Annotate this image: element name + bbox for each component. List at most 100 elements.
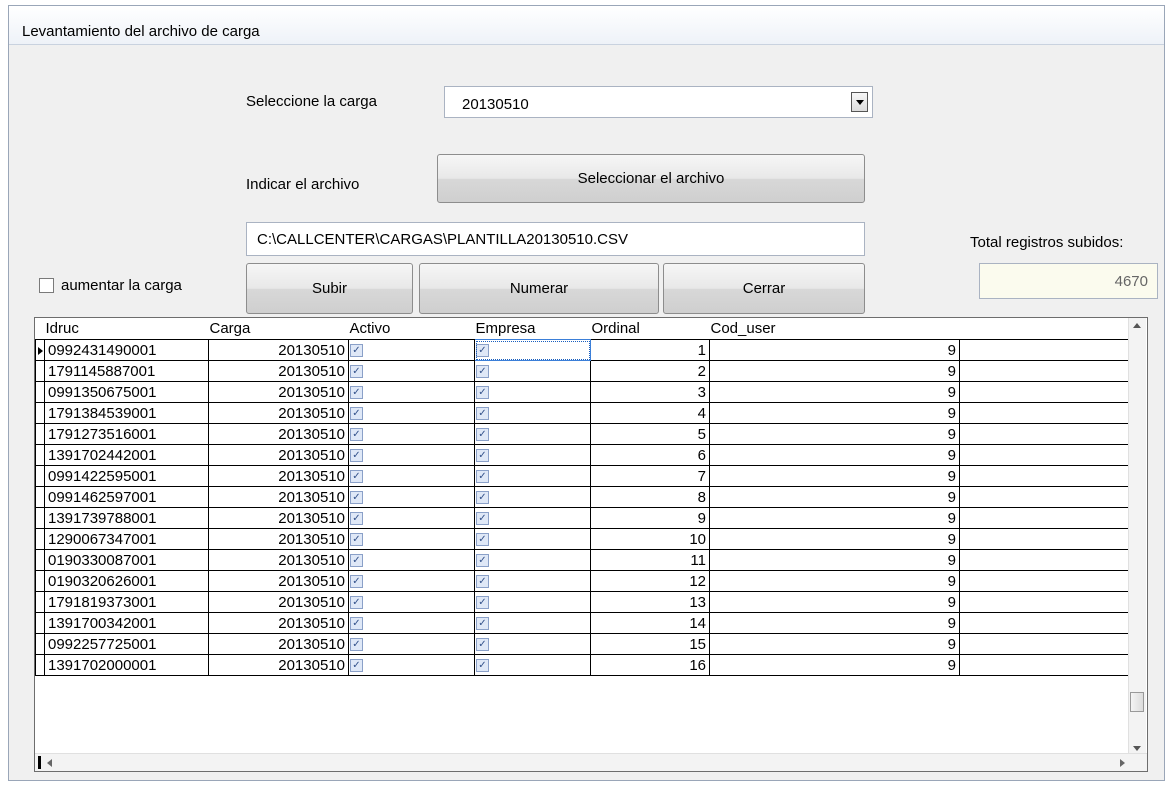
cell-cod-user[interactable]: 9 [709, 507, 960, 529]
cell-idruc[interactable]: 1791273516001 [44, 423, 209, 445]
cell-idruc[interactable]: 0991422595001 [44, 465, 209, 487]
cell-idruc[interactable]: 1791145887001 [44, 360, 209, 382]
cell-activo[interactable]: ✓ [348, 486, 475, 508]
cell-carga[interactable]: 20130510 [208, 360, 349, 382]
cell-carga[interactable]: 20130510 [208, 591, 349, 613]
row-header[interactable] [35, 549, 45, 571]
cell-idruc[interactable]: 0991462597001 [44, 486, 209, 508]
table-row[interactable]: 0991350675001 20130510 ✓ ✓ 3 9 [35, 381, 1132, 403]
checkbox-checked-icon[interactable]: ✓ [476, 365, 489, 379]
row-header[interactable] [35, 402, 45, 424]
cell-idruc[interactable]: 0190320626001 [44, 570, 209, 592]
col-header-cod-user[interactable]: Cod_user [709, 318, 960, 340]
checkbox-checked-icon[interactable]: ✓ [476, 512, 489, 526]
cell-empresa[interactable]: ✓ [474, 591, 591, 613]
cell-idruc[interactable]: 1791384539001 [44, 402, 209, 424]
cell-carga[interactable]: 20130510 [208, 486, 349, 508]
cell-ordinal[interactable]: 7 [590, 465, 710, 487]
checkbox-checked-icon[interactable]: ✓ [476, 575, 489, 589]
cell-ordinal[interactable]: 9 [590, 507, 710, 529]
cell-idruc[interactable]: 1290067347001 [44, 528, 209, 550]
cell-empresa[interactable]: ✓ [474, 486, 591, 508]
cell-activo[interactable]: ✓ [348, 654, 475, 676]
checkbox-checked-icon[interactable]: ✓ [350, 344, 363, 358]
cell-empresa[interactable]: ✓ [474, 465, 591, 487]
checkbox-checked-icon[interactable]: ✓ [476, 491, 489, 505]
cell-empresa[interactable]: ✓ [474, 549, 591, 571]
cell-carga[interactable]: 20130510 [208, 507, 349, 529]
cell-carga[interactable]: 20130510 [208, 444, 349, 466]
cell-activo[interactable]: ✓ [348, 570, 475, 592]
cell-carga[interactable]: 20130510 [208, 612, 349, 634]
row-header[interactable] [35, 444, 45, 466]
cell-activo[interactable]: ✓ [348, 528, 475, 550]
chevron-down-icon[interactable] [851, 92, 868, 112]
cell-idruc[interactable]: 1391700342001 [44, 612, 209, 634]
cerrar-button[interactable]: Cerrar [663, 263, 865, 314]
row-header[interactable] [35, 360, 45, 382]
cell-idruc[interactable]: 1791819373001 [44, 591, 209, 613]
cell-activo[interactable]: ✓ [348, 339, 475, 361]
cell-carga[interactable]: 20130510 [208, 339, 349, 361]
checkbox-checked-icon[interactable]: ✓ [350, 491, 363, 505]
cell-empresa[interactable]: ✓ [474, 633, 591, 655]
checkbox-checked-icon[interactable]: ✓ [476, 659, 489, 673]
row-header[interactable] [35, 633, 45, 655]
row-header[interactable] [35, 654, 45, 676]
checkbox-checked-icon[interactable]: ✓ [350, 428, 363, 442]
checkbox-checked-icon[interactable]: ✓ [350, 533, 363, 547]
cell-carga[interactable]: 20130510 [208, 465, 349, 487]
checkbox-checked-icon[interactable]: ✓ [350, 512, 363, 526]
cell-idruc[interactable]: 1391702442001 [44, 444, 209, 466]
cell-activo[interactable]: ✓ [348, 612, 475, 634]
cell-empresa[interactable]: ✓ [474, 528, 591, 550]
checkbox-checked-icon[interactable]: ✓ [350, 407, 363, 421]
cell-carga[interactable]: 20130510 [208, 402, 349, 424]
cell-cod-user[interactable]: 9 [709, 360, 960, 382]
subir-button[interactable]: Subir [246, 263, 413, 314]
cell-activo[interactable]: ✓ [348, 423, 475, 445]
cell-idruc[interactable]: 0991350675001 [44, 381, 209, 403]
checkbox-checked-icon[interactable]: ✓ [476, 554, 489, 568]
cell-carga[interactable]: 20130510 [208, 528, 349, 550]
cell-ordinal[interactable]: 5 [590, 423, 710, 445]
checkbox-checked-icon[interactable]: ✓ [350, 638, 363, 652]
cell-ordinal[interactable]: 11 [590, 549, 710, 571]
cell-empresa[interactable]: ✓ [474, 507, 591, 529]
vertical-scroll-thumb[interactable] [1130, 692, 1144, 712]
checkbox-checked-icon[interactable]: ✓ [350, 470, 363, 484]
cell-carga[interactable]: 20130510 [208, 633, 349, 655]
table-row[interactable]: 0991422595001 20130510 ✓ ✓ 7 9 [35, 465, 1132, 487]
checkbox-checked-icon[interactable]: ✓ [476, 596, 489, 610]
cell-activo[interactable]: ✓ [348, 591, 475, 613]
cell-activo[interactable]: ✓ [348, 507, 475, 529]
scroll-down-icon[interactable] [1133, 746, 1141, 751]
cell-carga[interactable]: 20130510 [208, 423, 349, 445]
row-header[interactable] [35, 423, 45, 445]
cell-ordinal[interactable]: 4 [590, 402, 710, 424]
scroll-right-icon[interactable] [1120, 759, 1125, 767]
checkbox-checked-icon[interactable]: ✓ [476, 428, 489, 442]
cell-activo[interactable]: ✓ [348, 633, 475, 655]
cell-ordinal[interactable]: 1 [590, 339, 710, 361]
cell-idruc[interactable]: 0190330087001 [44, 549, 209, 571]
row-header[interactable] [35, 528, 45, 550]
cell-activo[interactable]: ✓ [348, 444, 475, 466]
cell-carga[interactable]: 20130510 [208, 549, 349, 571]
cell-ordinal[interactable]: 6 [590, 444, 710, 466]
cell-empresa[interactable]: ✓ [474, 423, 591, 445]
table-row[interactable]: 0992431490001 20130510 ✓ ✓ 1 9 [35, 339, 1132, 361]
table-row[interactable]: 1391700342001 20130510 ✓ ✓ 14 9 [35, 612, 1132, 634]
cell-activo[interactable]: ✓ [348, 402, 475, 424]
cell-ordinal[interactable]: 16 [590, 654, 710, 676]
checkbox-checked-icon[interactable]: ✓ [476, 617, 489, 631]
cell-idruc[interactable]: 0992431490001 [44, 339, 209, 361]
cell-activo[interactable]: ✓ [348, 549, 475, 571]
cell-cod-user[interactable]: 9 [709, 633, 960, 655]
cell-cod-user[interactable]: 9 [709, 423, 960, 445]
col-header-idruc[interactable]: Idruc [44, 318, 209, 340]
vertical-scrollbar[interactable] [1128, 318, 1146, 756]
cell-ordinal[interactable]: 2 [590, 360, 710, 382]
checkbox-checked-icon[interactable]: ✓ [350, 449, 363, 463]
cell-cod-user[interactable]: 9 [709, 549, 960, 571]
